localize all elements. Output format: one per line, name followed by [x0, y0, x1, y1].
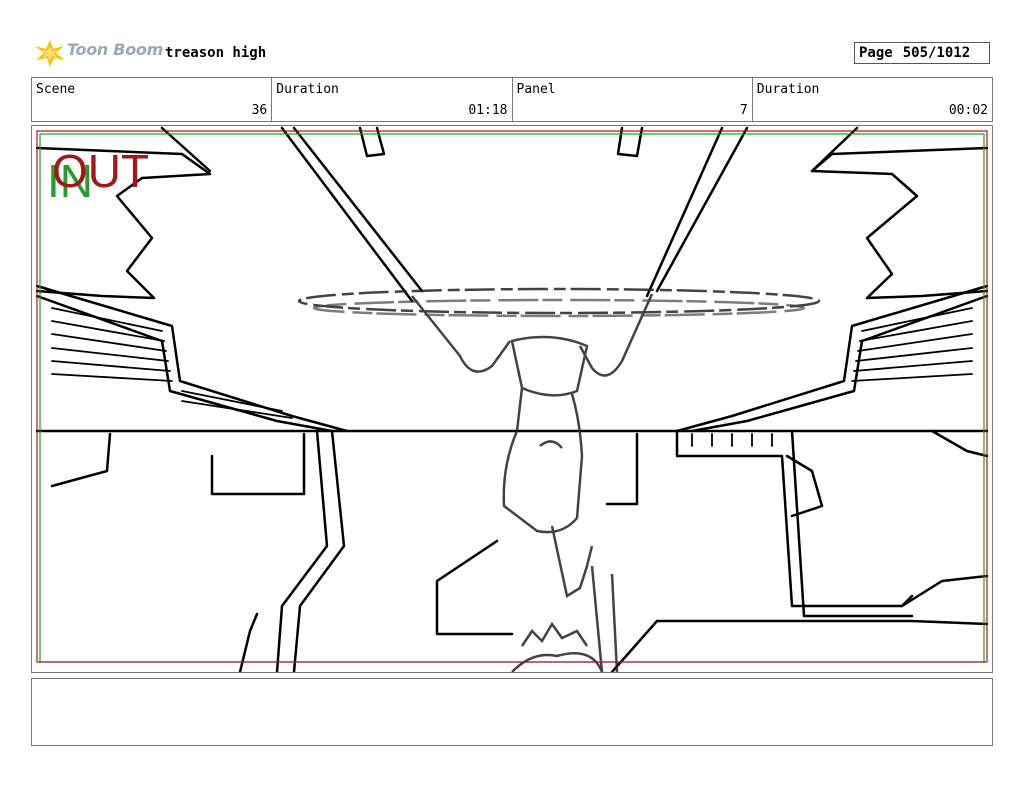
- panel-value: 7: [739, 103, 748, 118]
- panel-duration-cell: Duration 00:02: [753, 78, 992, 121]
- panel-duration-value: 00:02: [948, 103, 988, 118]
- panel-sketch: [35, 126, 989, 672]
- scene-duration-label: Duration: [276, 82, 339, 97]
- scene-duration-value: 01:18: [468, 103, 508, 118]
- star-burst-icon: [35, 40, 65, 67]
- scene-cell: Scene 36: [32, 78, 273, 121]
- page-indicator: Page 505/1012: [854, 42, 990, 64]
- out-marker: OUT: [52, 145, 150, 197]
- page-number: 505/1012: [902, 45, 971, 61]
- page-label: Page: [859, 45, 893, 61]
- toon-boom-logo: Toon Boom: [33, 38, 163, 68]
- scene-label: Scene: [36, 82, 76, 97]
- scene-value: 36: [251, 103, 268, 118]
- panel-label: Panel: [516, 82, 556, 97]
- panel-notes-box[interactable]: [31, 678, 993, 746]
- panel-cell: Panel 7: [513, 78, 753, 121]
- character-sketch: [297, 287, 821, 672]
- storyboard-panel[interactable]: IN OUT: [31, 125, 993, 673]
- panel-duration-label: Duration: [756, 82, 820, 97]
- scene-duration-cell: Duration 01:18: [272, 78, 513, 121]
- panel-info-row: Scene 36 Duration 01:18 Panel 7 Duration…: [31, 77, 993, 122]
- logo-text: Toon Boom: [67, 40, 163, 59]
- project-title: treason high: [165, 45, 267, 61]
